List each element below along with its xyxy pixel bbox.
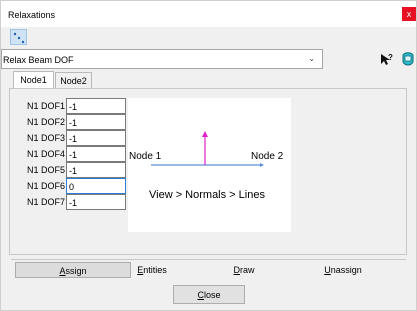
node1-panel: N1 DOF1 -1 N1 DOF2 -1 N1 DOF3 -1 N1 DOF4… [9, 88, 407, 255]
draw-label: raw [239, 265, 255, 275]
help-pointer-icon[interactable]: ? [379, 52, 394, 67]
diagram-caption: View > Normals > Lines [149, 189, 265, 201]
dof-label: N1 DOF4 [26, 149, 65, 159]
dialog-title: Relaxations [8, 10, 56, 20]
dof-value-field[interactable]: -1 [66, 162, 126, 178]
beam-diagram: Node 1 Node 2 View > Normals > Lines [128, 98, 291, 232]
dof-label: N1 DOF5 [26, 165, 65, 175]
unassign-button[interactable]: Unassign [307, 262, 379, 278]
action-bar: Assign Entities Draw Unassign [11, 259, 406, 278]
pick-line-icon[interactable] [10, 29, 27, 45]
normal-arrowhead [202, 131, 208, 137]
title-bar: Relaxations x [1, 1, 416, 27]
svg-text:?: ? [388, 53, 393, 62]
dof-value-field[interactable]: -1 [66, 114, 126, 130]
beam-diagram-svg: Node 1 Node 2 View > Normals > Lines [129, 131, 284, 201]
close-button[interactable]: Close [173, 285, 245, 304]
dof-label: N1 DOF7 [26, 197, 65, 207]
dof-value-field[interactable]: -1 [66, 194, 126, 210]
node1-label: Node 1 [129, 151, 162, 162]
dof-value-field[interactable]: 0 [66, 178, 126, 194]
dof-value-field[interactable]: -1 [66, 130, 126, 146]
close-window-button[interactable]: x [402, 7, 416, 21]
tab-node1[interactable]: Node1 [13, 71, 54, 89]
relaxation-type-select[interactable]: Relax Beam DOF ⌄ [1, 49, 323, 69]
dof-value-field[interactable]: -1 [66, 98, 126, 114]
chevron-down-icon: ⌄ [308, 54, 315, 63]
entities-label: ntities [143, 265, 167, 275]
relaxations-dialog: Relaxations x Relax Beam DOF ⌄ ? Node1 N… [0, 0, 417, 311]
tab-node2[interactable]: Node2 [55, 72, 92, 88]
assign-button[interactable]: Assign [15, 262, 131, 278]
beam-arrowhead [260, 163, 264, 167]
model-view-icon[interactable] [400, 51, 416, 68]
dof-label: N1 DOF3 [26, 133, 65, 143]
dof-label: N1 DOF1 [26, 101, 65, 111]
dof-value-field[interactable]: -1 [66, 146, 126, 162]
assign-label: ssign [65, 266, 87, 276]
relaxation-type-value: Relax Beam DOF [3, 55, 74, 65]
draw-button[interactable]: Draw [212, 262, 276, 278]
dof-label: N1 DOF6 [26, 181, 65, 191]
unassign-label: nassign [330, 265, 362, 275]
close-label: lose [203, 290, 221, 300]
node2-label: Node 2 [251, 151, 284, 162]
dof-label: N1 DOF2 [26, 117, 65, 127]
entities-button[interactable]: Entities [117, 262, 187, 278]
